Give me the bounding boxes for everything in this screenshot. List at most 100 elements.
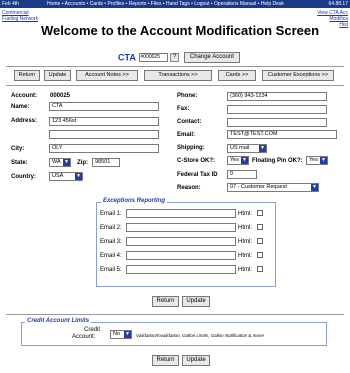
country-select[interactable]: USA ▼	[49, 172, 83, 181]
html-checkbox[interactable]	[257, 238, 263, 244]
history-link-line3[interactable]: Hist	[310, 22, 348, 28]
update-button[interactable]: Update	[182, 296, 210, 307]
city-input[interactable]: OLY	[49, 144, 159, 153]
state-label: State:	[11, 160, 28, 166]
html-label: Html:	[238, 225, 252, 231]
cta-label: CTA	[118, 52, 136, 63]
cstore-value: Yes	[230, 157, 239, 163]
city-label: City:	[11, 146, 25, 152]
exception-email-label: Email 5:	[100, 267, 122, 273]
cta-account-input[interactable]: #000025	[138, 53, 168, 62]
zip-label: Zip:	[77, 160, 88, 166]
exception-email-input[interactable]	[126, 237, 236, 246]
state-value: WA	[52, 159, 61, 165]
shipping-select[interactable]: US mail ▼	[227, 144, 267, 153]
chevron-down-icon: ▼	[241, 157, 248, 164]
credit-account-note: Validation/Invalidation, Gallon Limits, …	[136, 333, 265, 338]
divider	[6, 66, 344, 67]
country-value: USA	[52, 173, 64, 179]
floating-pin-value: Yes	[309, 157, 318, 163]
chevron-down-icon: ▼	[259, 145, 266, 152]
state-select[interactable]: WA ▼	[49, 158, 71, 167]
phone-label: Phone:	[177, 93, 198, 99]
shipping-value: US mail	[230, 145, 250, 151]
top-nav-bar: Feb 4th Home • Accounts • Cards • Profil…	[0, 0, 350, 8]
html-checkbox[interactable]	[257, 210, 263, 216]
exception-email-label: Email 3:	[100, 239, 122, 245]
credit-account-limits-legend: Credit Account Limits	[25, 318, 92, 324]
cta-help-button[interactable]: ?	[170, 53, 180, 62]
transactions-button[interactable]: Transactions >>	[144, 70, 212, 81]
chevron-down-icon: ▼	[311, 184, 318, 191]
name-label: Name:	[11, 104, 30, 110]
phone-input[interactable]: (360) 943-1234	[227, 92, 327, 101]
cstore-label: C-Store OK?:	[177, 158, 215, 164]
return-button[interactable]: Return	[14, 70, 40, 81]
change-account-button[interactable]: Change Account	[183, 52, 240, 63]
chevron-down-icon: ▼	[63, 159, 70, 166]
credit-account-select[interactable]: No ▼	[110, 330, 132, 339]
modification-history-link[interactable]: View CTA Acc Modifica Hist	[310, 10, 348, 28]
html-label: Html:	[238, 211, 252, 217]
update-button[interactable]: Update	[182, 355, 210, 366]
cstore-select[interactable]: Yes ▼	[227, 156, 249, 165]
chevron-down-icon: ▼	[124, 331, 131, 338]
html-label: Html:	[238, 253, 252, 259]
floating-pin-label: Floating Pin OK?:	[252, 158, 303, 164]
action-button-bar: Return Update Account Notes >> Transacti…	[14, 70, 334, 81]
reason-value: 07 - Customer Request	[230, 184, 287, 190]
ip-label: 64.88.17	[328, 1, 348, 7]
account-notes-button[interactable]: Account Notes >>	[76, 70, 138, 81]
country-label: Country:	[11, 174, 36, 180]
exception-email-label: Email 1:	[100, 211, 122, 217]
credit-account-value: No	[113, 331, 121, 337]
credit-label: Credit	[84, 327, 101, 333]
exception-email-input[interactable]	[126, 251, 236, 260]
reason-select[interactable]: 07 - Customer Request ▼	[227, 183, 319, 192]
zip-input[interactable]: 98501	[92, 158, 120, 167]
exception-email-label: Email 2:	[100, 225, 122, 231]
exception-email-input[interactable]	[126, 209, 236, 218]
email-input[interactable]: TEST@TEST.COM	[227, 130, 337, 139]
shipping-label: Shipping:	[177, 145, 205, 151]
fax-input[interactable]	[227, 105, 327, 114]
exception-email-label: Email 4:	[100, 253, 122, 259]
html-label: Html:	[238, 239, 252, 245]
exceptions-reporting-legend: Exceptions Reporting	[101, 198, 168, 204]
exception-email-input[interactable]	[126, 265, 236, 274]
account-label: Account:	[11, 93, 37, 99]
cards-button[interactable]: Cards >>	[218, 70, 256, 81]
html-checkbox[interactable]	[257, 224, 263, 230]
credit-account-label: Account:	[72, 334, 96, 340]
email-label: Email:	[177, 132, 196, 138]
reason-label: Reason:	[177, 185, 201, 191]
contact-input[interactable]	[227, 118, 327, 127]
address-label: Address:	[11, 118, 38, 124]
customer-exceptions-button[interactable]: Customer Exceptions >>	[262, 70, 334, 81]
fax-label: Fax:	[177, 106, 190, 112]
page-title: Welcome to the Account Modification Scre…	[40, 23, 320, 38]
contact-label: Contact:	[177, 119, 202, 125]
return-button[interactable]: Return	[152, 355, 179, 366]
address-line2-input[interactable]	[49, 130, 159, 139]
cta-selector: CTA #000025 ? Change Account	[118, 52, 240, 64]
return-button[interactable]: Return	[152, 296, 179, 307]
federal-tax-input[interactable]: 0	[227, 170, 257, 179]
federal-tax-label: Federal Tax ID	[177, 172, 218, 178]
html-checkbox[interactable]	[257, 252, 263, 258]
update-button[interactable]: Update	[44, 70, 71, 81]
address-input[interactable]: 123 456st	[49, 117, 159, 126]
html-label: Html:	[238, 267, 252, 273]
exception-email-input[interactable]	[126, 223, 236, 232]
divider	[6, 314, 344, 315]
account-value: 000025	[50, 93, 71, 99]
chevron-down-icon: ▼	[320, 157, 327, 164]
date-label: Feb 4th	[2, 1, 19, 7]
floating-pin-select[interactable]: Yes ▼	[306, 156, 328, 165]
html-checkbox[interactable]	[257, 266, 263, 272]
divider	[6, 85, 344, 86]
commercial-fueling-network-link[interactable]: Commercial Fueling Network	[2, 10, 46, 22]
name-input[interactable]: CTA	[49, 102, 159, 111]
chevron-down-icon: ▼	[75, 173, 82, 180]
main-nav-links[interactable]: Home • Accounts • Cards • Profiles • Rep…	[47, 1, 284, 7]
